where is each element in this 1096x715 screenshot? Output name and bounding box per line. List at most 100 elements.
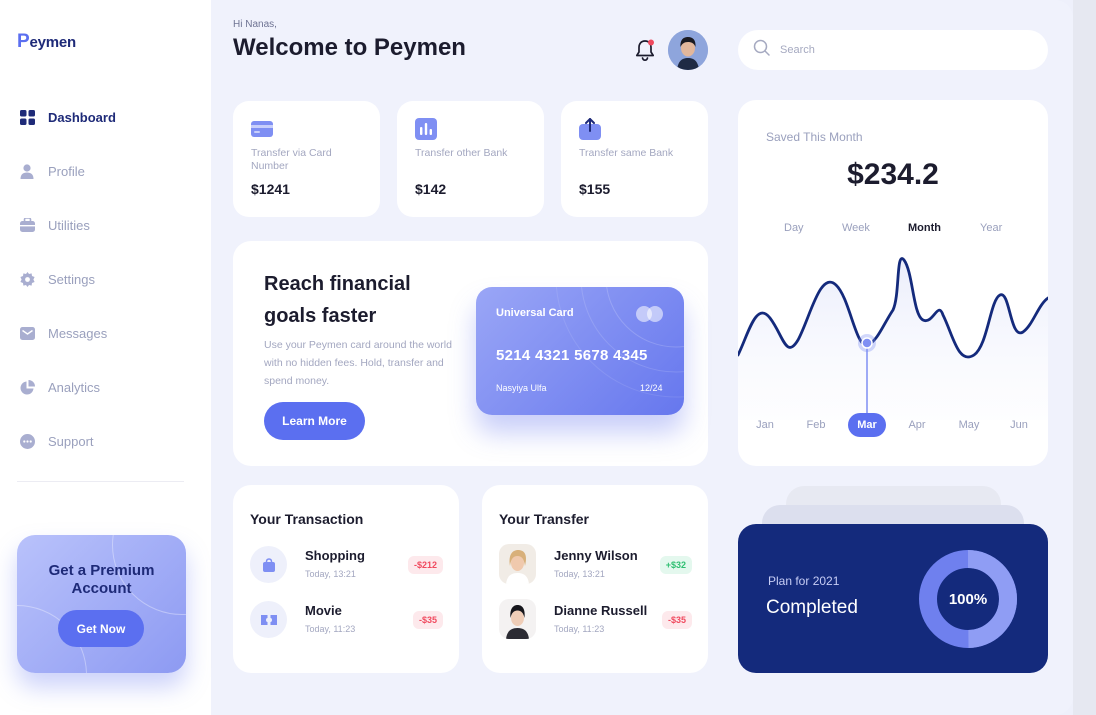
sidebar-item-dashboard[interactable]: Dashboard bbox=[0, 90, 211, 144]
briefcase-icon bbox=[19, 217, 35, 233]
avatar[interactable] bbox=[668, 30, 708, 70]
list-item[interactable]: Movie Today, 11:23 -$35 bbox=[250, 599, 443, 639]
transaction-time: Today, 13:21 bbox=[305, 569, 356, 579]
card-number: 5214 4321 5678 4345 bbox=[496, 347, 648, 364]
amount-badge: -$35 bbox=[661, 611, 692, 629]
mail-icon bbox=[19, 325, 35, 341]
user-icon bbox=[19, 163, 35, 179]
plan-card[interactable]: Plan for 2021 Completed 100% bbox=[738, 524, 1048, 673]
list-item[interactable]: Shopping Today, 13:21 -$212 bbox=[250, 544, 443, 584]
progress-percent: 100% bbox=[948, 590, 988, 608]
transfer-label: Transfer same Bank bbox=[579, 147, 674, 159]
pie-chart-icon bbox=[19, 379, 35, 395]
amount-badge: -$212 bbox=[407, 556, 443, 574]
savings-line-chart[interactable] bbox=[738, 240, 1048, 420]
sidebar-item-label: Utilities bbox=[48, 217, 90, 233]
notification-bell-icon[interactable] bbox=[634, 38, 656, 62]
window-edge bbox=[1073, 0, 1096, 715]
month-mar[interactable]: Mar bbox=[848, 413, 886, 437]
upload-icon bbox=[579, 118, 601, 140]
sidebar-divider bbox=[17, 481, 184, 482]
search-input[interactable] bbox=[780, 44, 1020, 56]
card-name: Universal Card bbox=[496, 307, 574, 319]
plan-label: Plan for 2021 bbox=[768, 574, 840, 588]
sidebar-item-settings[interactable]: Settings bbox=[0, 252, 211, 306]
month-jun[interactable]: Jun bbox=[1004, 413, 1034, 437]
card-holder: Nasyiya Ulfa bbox=[496, 383, 547, 393]
sidebar-item-analytics[interactable]: Analytics bbox=[0, 360, 211, 414]
month-jan[interactable]: Jan bbox=[750, 413, 780, 437]
transactions-panel: Your Transaction Shopping Today, 13:21 -… bbox=[233, 485, 459, 673]
month-may[interactable]: May bbox=[954, 413, 984, 437]
greeting-text: Hi Nanas, bbox=[233, 19, 277, 30]
premium-promo-card: Get a Premium Account Get Now bbox=[17, 535, 186, 673]
tab-day[interactable]: Day bbox=[784, 222, 804, 234]
tab-week[interactable]: Week bbox=[842, 222, 870, 234]
list-item[interactable]: Dianne Russell Today, 11:23 -$35 bbox=[499, 599, 692, 639]
transfer-value: $155 bbox=[579, 181, 611, 197]
transaction-name: Shopping bbox=[305, 548, 365, 563]
learn-more-button[interactable]: Learn More bbox=[264, 402, 365, 440]
transfers-title: Your Transfer bbox=[499, 511, 589, 527]
transactions-title: Your Transaction bbox=[250, 511, 364, 527]
month-feb[interactable]: Feb bbox=[801, 413, 831, 437]
shopping-bag-icon bbox=[250, 546, 287, 583]
ticket-icon bbox=[250, 601, 287, 638]
tab-month[interactable]: Month bbox=[908, 222, 941, 234]
period-tabs: Day Week Month Year bbox=[738, 222, 1048, 238]
month-selector: Jan Feb Mar Apr May Jun bbox=[738, 413, 1048, 437]
sidebar-item-label: Analytics bbox=[48, 379, 101, 395]
list-item[interactable]: Jenny Wilson Today, 13:21 +$32 bbox=[499, 544, 692, 584]
logo-text: eymen bbox=[29, 34, 77, 51]
transaction-time: Today, 11:23 bbox=[305, 624, 356, 634]
transfer-card-number[interactable]: Transfer via Card Number $1241 bbox=[233, 101, 380, 217]
chart-marker-dot[interactable] bbox=[861, 337, 873, 349]
chat-bubble-icon bbox=[19, 433, 35, 449]
saved-title: Saved This Month bbox=[766, 130, 863, 144]
search-bar[interactable] bbox=[738, 30, 1048, 70]
chart-area bbox=[738, 258, 1048, 420]
transfer-same-bank[interactable]: Transfer same Bank $155 bbox=[561, 101, 708, 217]
transfer-time: Today, 11:23 bbox=[554, 624, 605, 634]
transfers-panel: Your Transfer Jenny Wilson Today, 13:21 … bbox=[482, 485, 708, 673]
transfer-value: $142 bbox=[415, 181, 447, 197]
sidebar-item-label: Messages bbox=[48, 325, 108, 341]
transaction-name: Movie bbox=[305, 603, 342, 618]
transfer-other-bank[interactable]: Transfer other Bank $142 bbox=[397, 101, 544, 217]
sidebar-item-label: Support bbox=[48, 433, 94, 449]
logo-initial: P bbox=[17, 31, 30, 52]
sidebar-item-label: Settings bbox=[48, 271, 95, 287]
transfer-label: Transfer other Bank bbox=[415, 147, 508, 159]
sidebar-item-utilities[interactable]: Utilities bbox=[0, 198, 211, 252]
bar-chart-icon bbox=[415, 118, 437, 140]
contact-name: Jenny Wilson bbox=[554, 548, 638, 563]
grid-icon bbox=[19, 109, 35, 125]
logo[interactable]: Peymen bbox=[17, 31, 76, 53]
gear-icon bbox=[19, 271, 35, 287]
saved-amount: $234.2 bbox=[847, 158, 939, 191]
contact-name: Dianne Russell bbox=[554, 603, 648, 618]
sidebar-item-profile[interactable]: Profile bbox=[0, 144, 211, 198]
get-now-button[interactable]: Get Now bbox=[58, 610, 144, 647]
tab-year[interactable]: Year bbox=[980, 222, 1002, 234]
transfer-value: $1241 bbox=[251, 181, 290, 197]
amount-badge: -$35 bbox=[412, 611, 443, 629]
plan-status: Completed bbox=[766, 597, 858, 618]
promo-text: Use your Peymen card around the world wi… bbox=[264, 339, 452, 387]
amount-badge: +$32 bbox=[659, 556, 692, 574]
card-icon bbox=[251, 118, 273, 140]
sidebar-item-support[interactable]: Support bbox=[0, 414, 211, 468]
promo-title: Reach financial goals faster bbox=[264, 273, 411, 327]
transfer-label: Transfer via Card Number bbox=[251, 147, 332, 172]
sidebar-item-messages[interactable]: Messages bbox=[0, 306, 211, 360]
card-brand-icon bbox=[636, 306, 663, 322]
sidebar-item-label: Profile bbox=[48, 163, 85, 179]
card-expiry: 12/24 bbox=[640, 383, 663, 393]
app-window: Peymen Dashboard Profile Utilities Setti… bbox=[0, 0, 1073, 715]
month-apr[interactable]: Apr bbox=[902, 413, 932, 437]
promo-card: Reach financial goals faster Use your Pe… bbox=[233, 241, 708, 466]
universal-card[interactable]: Universal Card 5214 4321 5678 4345 Nasyi… bbox=[476, 287, 684, 415]
contact-avatar bbox=[499, 544, 536, 584]
sidebar-item-label: Dashboard bbox=[48, 109, 116, 125]
premium-title: Get a Premium Account bbox=[48, 562, 155, 597]
